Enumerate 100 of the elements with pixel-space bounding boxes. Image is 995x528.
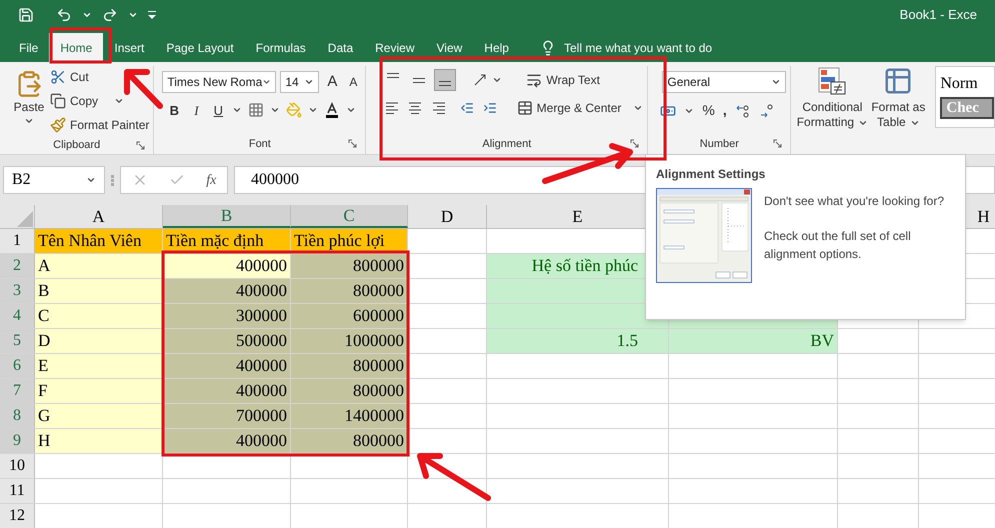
dialog-launcher-icon[interactable]: [348, 139, 358, 148]
normal-style[interactable]: Norm: [940, 75, 994, 93]
table-cell: A: [35, 254, 163, 278]
column-header[interactable]: D: [408, 205, 487, 228]
row-header[interactable]: 2: [0, 254, 35, 278]
bold-button[interactable]: B: [166, 100, 182, 120]
table-cell: 600000: [291, 304, 408, 328]
drag-handle-icon: [111, 174, 114, 186]
increase-decimal-icon[interactable]: [758, 102, 775, 118]
tooltip-description: Check out the full set of cell alignment options.: [764, 228, 912, 263]
align-top-icon: [387, 73, 400, 78]
undo-icon[interactable]: [56, 7, 72, 23]
table-cell: 400000: [163, 429, 291, 453]
ribbon-tab[interactable]: Help: [473, 33, 520, 62]
italic-button[interactable]: I: [188, 100, 204, 120]
dialog-launcher-icon[interactable]: [773, 139, 782, 148]
copy-icon: [50, 93, 66, 109]
comma-button[interactable]: ,: [722, 100, 727, 121]
decrease-decimal-icon[interactable]: [734, 102, 751, 118]
row-header[interactable]: 7: [0, 379, 35, 403]
caret-icon: [633, 103, 644, 113]
tooltip-title: Alignment Settings: [656, 166, 766, 183]
merge-icon: [516, 100, 533, 116]
row-header[interactable]: 8: [0, 404, 35, 428]
orientation-icon[interactable]: [472, 72, 488, 88]
save-icon[interactable]: [18, 7, 34, 23]
align-bottom-icon: [439, 81, 452, 86]
row-header[interactable]: 12: [0, 504, 35, 528]
row-header[interactable]: 3: [0, 279, 35, 303]
format-as-table-button[interactable]: Format as Table: [869, 66, 928, 154]
vertical-align-button[interactable]: [434, 69, 456, 91]
table-cell: 300000: [163, 304, 291, 328]
grow-font-button[interactable]: A: [323, 71, 342, 94]
tell-me-field[interactable]: Tell me what you want to do: [564, 38, 712, 56]
insert-function-button[interactable]: fx: [206, 170, 216, 190]
ribbon-tab[interactable]: File: [8, 33, 50, 62]
cut-button[interactable]: Cut: [50, 66, 150, 88]
ribbon-tab[interactable]: View: [426, 33, 474, 62]
customize-icon[interactable]: [148, 10, 156, 20]
dialog-launcher-icon[interactable]: [630, 139, 640, 148]
ribbon-tab[interactable]: Review: [364, 33, 426, 62]
row-header[interactable]: 1: [0, 229, 35, 253]
table-cell: 400000: [163, 279, 291, 303]
ribbon-tab[interactable]: Page Layout: [155, 33, 245, 62]
table-icon: [883, 66, 914, 96]
table-cell: D: [35, 329, 163, 353]
tooltip-question: Don't see what you're looking for?: [764, 193, 946, 210]
table-cell: BV: [669, 329, 838, 353]
caret-icon: [24, 116, 34, 126]
caret-icon: [128, 10, 138, 20]
arrow-drawing: [124, 69, 163, 109]
table-cell: 800000: [291, 279, 408, 303]
conditional-formatting-button[interactable]: Conditional Formatting: [799, 66, 866, 154]
merge-center-button[interactable]: Merge & Center: [516, 99, 644, 117]
wrap-text-icon: [526, 72, 542, 88]
group-label: Font: [248, 136, 271, 152]
highlight-frame: [50, 28, 112, 64]
table-cell: 1400000: [291, 404, 408, 428]
caret-icon: [771, 77, 782, 87]
borders-icon[interactable]: [248, 102, 264, 118]
font-color-icon[interactable]: [324, 102, 340, 118]
ribbon-tab[interactable]: Home: [49, 33, 104, 62]
row-header[interactable]: 11: [0, 479, 35, 503]
table-cell: 400000: [163, 354, 291, 378]
percent-button[interactable]: %: [702, 100, 715, 121]
align-middle-icon: [413, 78, 426, 82]
shrink-font-button[interactable]: A: [345, 73, 362, 92]
fill-color-icon[interactable]: [286, 102, 302, 118]
font-size-dropdown[interactable]: 14: [280, 71, 320, 94]
number-format-dropdown[interactable]: General: [662, 71, 786, 93]
column-header[interactable]: C: [291, 205, 408, 228]
ribbon-tab[interactable]: Formulas: [244, 33, 317, 62]
underline-button[interactable]: U: [210, 100, 226, 120]
row-header[interactable]: 10: [0, 454, 35, 478]
align-left-icon: [384, 100, 400, 116]
row-header[interactable]: 9: [0, 429, 35, 453]
redo-icon[interactable]: [102, 7, 118, 23]
copy-button[interactable]: Copy: [50, 90, 150, 112]
paintbrush-icon: [50, 117, 66, 133]
row-header[interactable]: 6: [0, 354, 35, 378]
row-header[interactable]: 5: [0, 329, 35, 353]
row-header[interactable]: 4: [0, 304, 35, 328]
ribbon-tab[interactable]: Insert: [103, 33, 156, 62]
paste-button[interactable]: Paste: [12, 66, 46, 136]
table-cell: 800000: [291, 254, 408, 278]
font-name-dropdown[interactable]: Times New Roma: [162, 71, 276, 94]
group-label: Number: [700, 136, 739, 152]
table-cell: E: [35, 354, 163, 378]
name-box[interactable]: B2: [3, 166, 105, 194]
table-cell: B: [35, 279, 163, 303]
dialog-launcher-icon[interactable]: [136, 141, 146, 150]
caret-icon: [492, 75, 502, 85]
column-header[interactable]: B: [163, 205, 291, 228]
wrap-text-button[interactable]: Wrap Text: [526, 71, 600, 89]
table-cell: 1.5: [487, 329, 669, 353]
align-center-icon: [407, 100, 424, 116]
ribbon-tab[interactable]: Data: [316, 33, 364, 62]
table-cell: 700000: [163, 404, 291, 428]
table-cell: Tiền phúc lợi: [291, 229, 408, 253]
format-painter-button[interactable]: Format Painter: [50, 114, 150, 136]
